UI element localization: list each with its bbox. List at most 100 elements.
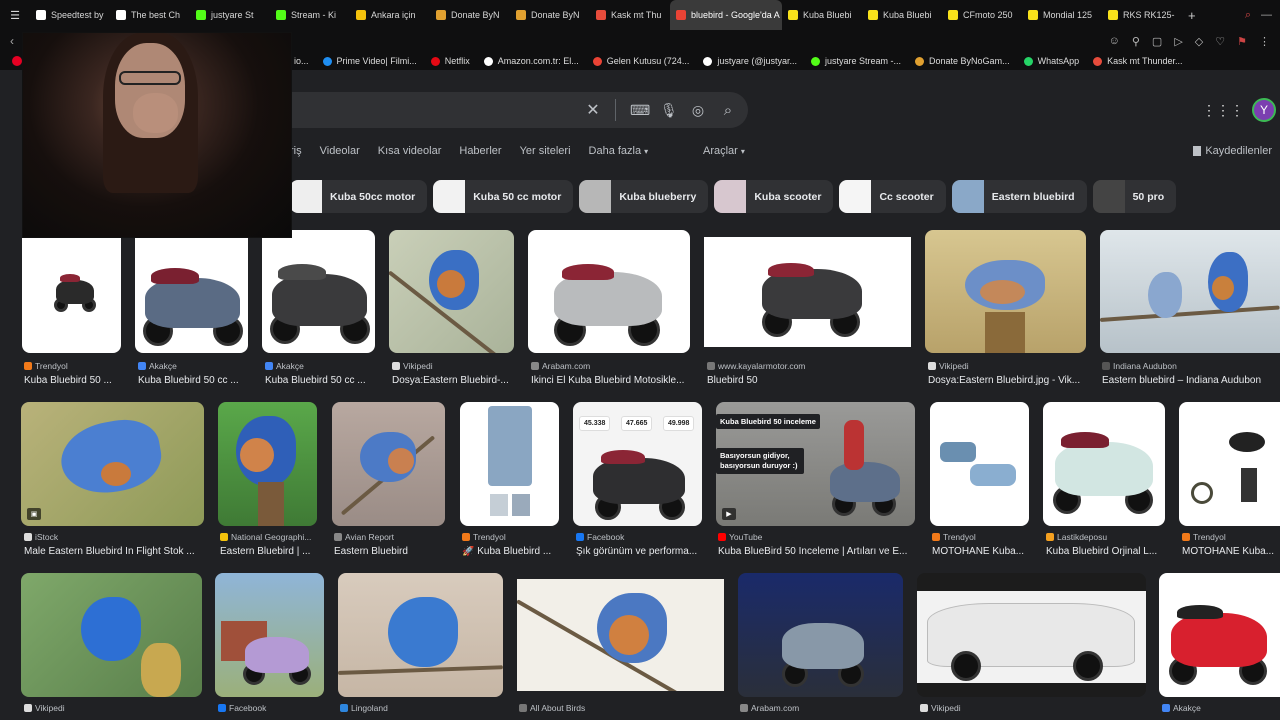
- result-meta[interactable]: Trendyol 🚀 Kuba Bluebird ...: [462, 532, 567, 557]
- bookmark-item[interactable]: justyare (@justyar...: [703, 56, 797, 66]
- emoji-icon[interactable]: ☺: [1109, 35, 1120, 48]
- result-meta[interactable]: Trendyol MOTOHANE Kuba...: [1182, 532, 1280, 557]
- tab-menu-icon[interactable]: ☰: [0, 0, 30, 30]
- bookmark-fragment[interactable]: io...: [294, 56, 309, 66]
- result-meta[interactable]: Lingoland: [340, 703, 500, 713]
- browser-tab[interactable]: justyare St: [190, 0, 270, 30]
- pinterest-icon[interactable]: [12, 56, 22, 66]
- result-meta[interactable]: Lastikdeposu Kuba Bluebird Orjinal L...: [1046, 532, 1174, 557]
- result-image[interactable]: [930, 402, 1029, 526]
- play-icon[interactable]: ▷: [1174, 35, 1182, 48]
- result-meta[interactable]: Arabam.com İkinci El Kuba Bluebird Motosi…: [531, 361, 701, 386]
- result-meta[interactable]: www.kayalarmotor.com Bluebird 50: [707, 361, 917, 386]
- result-meta[interactable]: Trendyol MOTOHANE Kuba...: [932, 532, 1037, 557]
- back-icon[interactable]: ‹: [10, 34, 14, 48]
- result-image[interactable]: ▣: [21, 402, 204, 526]
- result-image[interactable]: [517, 579, 724, 691]
- search-icon[interactable]: ⌕: [720, 102, 736, 119]
- chip-kuba-blueberry[interactable]: Kuba blueberry: [579, 180, 709, 213]
- browser-tab[interactable]: CFmoto 250: [942, 0, 1022, 30]
- result-image[interactable]: [1179, 402, 1280, 526]
- chip-kuba-50-cc-motor[interactable]: Kuba 50 cc motor: [433, 180, 574, 213]
- browser-tab[interactable]: Kuba Bluebi: [782, 0, 862, 30]
- result-image[interactable]: [215, 573, 324, 697]
- result-meta[interactable]: National Geographi... Eastern Bluebird | …: [220, 532, 325, 557]
- tab-more[interactable]: Daha fazla ▾: [589, 145, 649, 157]
- result-image[interactable]: [704, 237, 911, 347]
- result-image[interactable]: [21, 573, 202, 697]
- result-meta[interactable]: All About Birds: [519, 703, 719, 713]
- result-image[interactable]: [332, 402, 445, 526]
- result-image[interactable]: [218, 402, 317, 526]
- result-image[interactable]: 45.338 47.665 49.998: [573, 402, 702, 526]
- bookmark-item[interactable]: Netflix: [430, 56, 470, 66]
- bookmark-item[interactable]: Donate ByNoGam...: [915, 56, 1010, 66]
- result-image[interactable]: [738, 573, 903, 697]
- result-meta[interactable]: Vikipedi Dosya:Eastern Bluebird-...: [392, 361, 522, 386]
- result-image[interactable]: [389, 230, 514, 353]
- result-image[interactable]: Kuba Bluebird 50 inceleme Basıyorsun gid…: [716, 402, 915, 526]
- result-meta[interactable]: Akakçe Kuba Bluebird 50 cc ...: [265, 361, 380, 386]
- browser-tab[interactable]: bluebird - Google'da A: [670, 0, 782, 30]
- bookmark-item[interactable]: justyare Stream -...: [811, 56, 901, 66]
- tab-places[interactable]: Yer siteleri: [520, 145, 571, 157]
- result-image[interactable]: [1100, 230, 1280, 353]
- chip-eastern-bluebird[interactable]: Eastern bluebird: [951, 180, 1087, 213]
- chip-kuba-50cc-motor[interactable]: Kuba 50cc motor: [290, 180, 428, 213]
- browser-tab[interactable]: Stream - Ki: [270, 0, 350, 30]
- browser-tab[interactable]: Mondial 125: [1022, 0, 1102, 30]
- result-image[interactable]: [135, 238, 248, 353]
- tab-news[interactable]: Haberler: [459, 145, 501, 157]
- result-meta[interactable]: Trendyol Kuba Bluebird 50 ...: [24, 361, 124, 386]
- crop-icon[interactable]: ▢: [1152, 35, 1162, 48]
- browser-tab[interactable]: Donate ByN: [430, 0, 510, 30]
- result-meta[interactable]: Vikipedi: [24, 703, 194, 713]
- cube-icon[interactable]: ◇: [1195, 35, 1203, 48]
- browser-tab[interactable]: Donate ByN: [510, 0, 590, 30]
- minimize-icon[interactable]: —: [1261, 9, 1272, 22]
- chip-cc-scooter[interactable]: Cc scooter: [839, 180, 946, 213]
- bookmark-item[interactable]: WhatsApp: [1023, 56, 1079, 66]
- heart-icon[interactable]: ♡: [1215, 35, 1225, 48]
- more-icon[interactable]: ⋮: [1259, 35, 1270, 48]
- chip-50-pro[interactable]: 50 pro: [1092, 180, 1177, 213]
- result-meta[interactable]: Avian Report Eastern Bluebird: [334, 532, 449, 557]
- result-image[interactable]: [925, 230, 1086, 353]
- result-image[interactable]: [262, 230, 375, 353]
- clear-icon[interactable]: ✕: [585, 100, 601, 120]
- bookmark-item[interactable]: Gelen Kutusu (724...: [592, 56, 689, 66]
- chip-kuba-scooter[interactable]: Kuba scooter: [714, 180, 834, 213]
- search-box[interactable]: ✕ ⌨ 🎙 ◎ ⌕: [292, 92, 748, 128]
- apps-grid-icon[interactable]: ⋮⋮⋮: [1202, 102, 1244, 119]
- browser-tab[interactable]: Speedtest by: [30, 0, 110, 30]
- result-image[interactable]: [460, 402, 559, 526]
- microphone-icon[interactable]: 🎙: [660, 102, 678, 119]
- result-meta[interactable]: Facebook Şık görünüm ve performa...: [576, 532, 710, 557]
- result-meta[interactable]: Akakçe Kuba Bluebird 50 cc ...: [138, 361, 258, 386]
- pin-icon[interactable]: ⚲: [1132, 35, 1140, 48]
- result-image[interactable]: [22, 238, 121, 353]
- extensions-icon[interactable]: ⚑: [1237, 35, 1247, 48]
- result-meta[interactable]: iStock Male Eastern Bluebird In Flight St…: [24, 532, 209, 557]
- bookmark-item[interactable]: Kask mt Thunder...: [1093, 56, 1182, 66]
- result-image[interactable]: [1043, 402, 1165, 526]
- account-avatar[interactable]: Y: [1252, 98, 1276, 122]
- browser-tab[interactable]: RKS RK125-: [1102, 0, 1182, 30]
- browser-tab[interactable]: Kuba Bluebi: [862, 0, 942, 30]
- saved-button[interactable]: Kaydedilenler: [1193, 145, 1272, 157]
- bookmark-item[interactable]: Prime Video| Filmi...: [322, 56, 417, 66]
- bookmark-item[interactable]: Amazon.com.tr: El...: [483, 56, 579, 66]
- result-image[interactable]: [917, 573, 1146, 697]
- result-meta[interactable]: Indiana Audubon Eastern bluebird – Indian…: [1102, 361, 1278, 386]
- new-tab-button[interactable]: +: [1182, 0, 1202, 30]
- result-image[interactable]: [338, 573, 503, 697]
- result-image[interactable]: [1159, 573, 1280, 697]
- tab-videos[interactable]: Videolar: [320, 145, 360, 157]
- tools-button[interactable]: Araçlar ▾: [703, 145, 745, 157]
- browser-tab[interactable]: The best Ch: [110, 0, 190, 30]
- result-meta[interactable]: Vikipedi: [920, 703, 1140, 713]
- browser-tab[interactable]: Ankara için: [350, 0, 430, 30]
- search-tabs-icon[interactable]: ⌕: [1245, 9, 1251, 22]
- result-meta[interactable]: Facebook: [218, 703, 323, 713]
- result-meta[interactable]: Akakçe: [1162, 703, 1280, 713]
